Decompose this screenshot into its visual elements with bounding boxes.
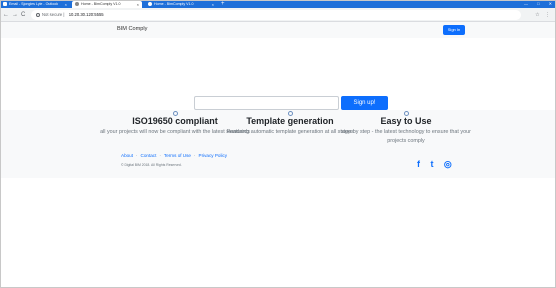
browser-menu-icon[interactable]: ⋮: [545, 12, 550, 18]
browser-tab-bimcomply-active[interactable]: Home - BimComply V1.0 ×: [72, 1, 142, 8]
footer-link-contact[interactable]: Contact: [141, 153, 157, 158]
email-input[interactable]: [194, 96, 339, 110]
tab-title: Email - Sjongles Lyle - Outlook: [9, 2, 59, 6]
reload-icon[interactable]: C: [21, 8, 25, 22]
footer-links: About · Contact · Terms of Use · Privacy Polic…: [121, 153, 227, 158]
info-icon: [36, 12, 40, 17]
window-controls: — □ ✕: [516, 0, 552, 8]
instagram-icon[interactable]: ◎: [444, 159, 452, 169]
tab-title: Home - BimComply V1.0: [81, 2, 121, 6]
footer-link-privacy[interactable]: Privacy Policy: [199, 153, 228, 158]
close-tab-icon[interactable]: ×: [65, 1, 67, 8]
link-separator: ·: [159, 153, 161, 158]
browser-tab-outlook[interactable]: Email - Sjongles Lyle - Outlook ×: [0, 1, 70, 8]
footer-link-about[interactable]: About: [121, 153, 133, 158]
url-text: 10.20.30.120:5555: [68, 12, 104, 17]
bookmark-star-icon[interactable]: ☆: [535, 12, 539, 18]
browser-address-bar: ← → C Not secure | 10.20.30.120:5555 ☆ ⋮: [0, 8, 556, 22]
feature-title: Easy to Use: [380, 116, 432, 126]
features-section: ISO19650 compliant all your projects wil…: [0, 110, 556, 178]
browser-tab-strip: Email - Sjongles Lyle - Outlook × Home -…: [0, 0, 556, 8]
tab-title: Home - BimComply V1.0: [154, 2, 194, 6]
url-field[interactable]: Not secure | 10.20.30.120:5555: [31, 10, 521, 20]
feature-text: step by step - the latest technology to …: [341, 129, 471, 144]
facebook-icon[interactable]: f: [417, 159, 420, 169]
page-favicon-icon: [75, 1, 79, 6]
close-tab-icon[interactable]: ×: [212, 1, 214, 8]
browser-tab-bimcomply[interactable]: Home - BimComply V1.0 ×: [145, 1, 217, 8]
brand-logo-text[interactable]: BIM Comply: [117, 26, 147, 32]
footer-link-terms[interactable]: Terms of Use: [164, 153, 191, 158]
forward-icon[interactable]: →: [12, 8, 18, 22]
maximize-icon[interactable]: □: [537, 1, 539, 6]
copyright-text: © Digital BIM 2018. All Rights Reserved.: [121, 163, 182, 167]
twitter-icon[interactable]: t: [430, 159, 433, 169]
link-separator: ·: [136, 153, 138, 158]
feature-easy-to-use: Easy to Use step by step - the latest te…: [331, 111, 481, 146]
sign-in-button[interactable]: Sign In: [443, 25, 465, 35]
separator: |: [63, 12, 65, 17]
close-tab-icon[interactable]: ×: [137, 1, 139, 8]
close-window-icon[interactable]: ✕: [549, 1, 552, 6]
new-tab-button[interactable]: +: [221, 0, 225, 8]
back-icon[interactable]: ←: [3, 8, 9, 22]
link-separator: ·: [193, 153, 196, 158]
security-label: Not secure: [42, 12, 63, 17]
outlook-icon: [3, 1, 7, 6]
page-favicon-icon: [148, 1, 152, 6]
sign-up-button[interactable]: Sign up!: [341, 96, 388, 110]
address-bar-actions: ☆ ⋮: [531, 8, 550, 22]
site-navbar: BIM Comply Sign In: [0, 22, 556, 38]
minimize-icon[interactable]: —: [524, 1, 528, 6]
social-links: f t ◎: [417, 154, 458, 169]
